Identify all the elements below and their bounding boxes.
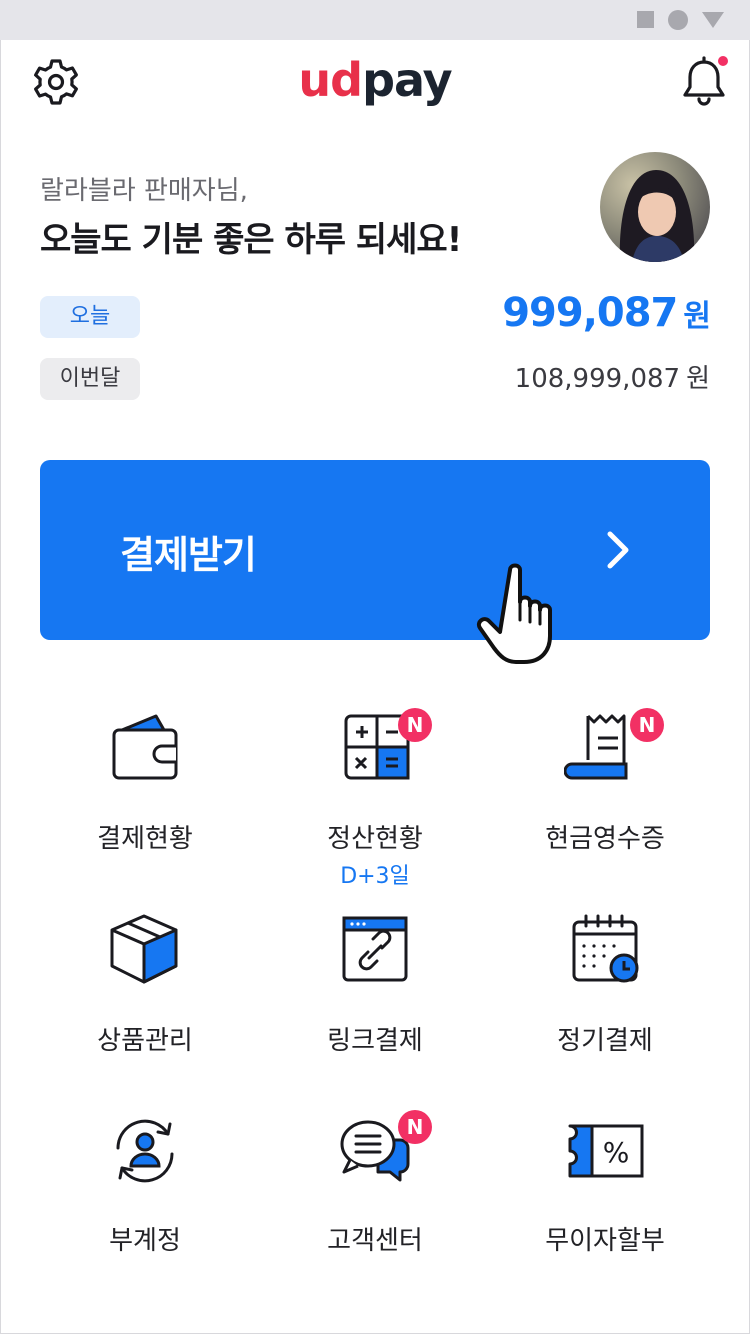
menu-link-payment[interactable]: 링크결제 (260, 910, 490, 1110)
udpay-logo: udpay (270, 50, 480, 110)
month-amount-unit: 원 (686, 364, 710, 394)
receive-payment-label: 결제받기 (120, 533, 257, 577)
svg-text:%: % (603, 1136, 630, 1169)
settlement-cycle-label: D+3일 (340, 864, 410, 889)
menu-customer-center[interactable]: N 고객센터 (260, 1110, 490, 1310)
logo-part-ud: ud (298, 53, 363, 107)
square-icon (637, 11, 654, 28)
bell-icon[interactable] (680, 54, 730, 108)
menu-product-management[interactable]: 상품관리 (30, 910, 260, 1110)
menu-label: 상품관리 (97, 1026, 193, 1056)
avatar[interactable] (600, 152, 710, 262)
triangle-icon (702, 12, 724, 28)
greeting-subtitle: 랄라블라 판매자님, (40, 176, 248, 206)
calendar-clock-icon (572, 914, 639, 983)
menu-label: 무이자할부 (545, 1226, 665, 1256)
menu-label: 정기결제 (557, 1026, 653, 1056)
wallet-icon (112, 714, 178, 780)
status-bar (0, 0, 750, 40)
today-amount-value: 999,087 (502, 290, 678, 336)
menu-label: 정산현황 (327, 824, 423, 854)
avatar-photo (619, 170, 695, 262)
link-icon (342, 916, 408, 982)
coupon-percent-icon: % (568, 1124, 644, 1178)
menu-label: 부계정 (109, 1226, 181, 1256)
pointer-hand-icon (477, 563, 552, 664)
logo-part-pay: pay (362, 53, 453, 107)
today-amount: 999,087 원 (502, 290, 711, 336)
menu-sub-account[interactable]: 부계정 (30, 1110, 260, 1310)
circle-icon (668, 10, 688, 30)
today-amount-unit: 원 (683, 299, 711, 334)
today-tab[interactable]: 오늘 (40, 296, 140, 338)
menu-cash-receipt[interactable]: N 현금영수증 (490, 708, 720, 908)
box-icon (110, 914, 178, 984)
menu-payment-status[interactable]: 결제현황 (30, 708, 260, 908)
month-amount-value: 108,999,087 (514, 364, 681, 394)
chevron-right-icon (607, 531, 629, 569)
menu-label: 고객센터 (327, 1226, 423, 1256)
new-badge: N (398, 1110, 432, 1144)
menu-label: 현금영수증 (545, 824, 665, 854)
menu-label: 결제현황 (97, 824, 193, 854)
sub-account-icon (116, 1119, 174, 1183)
greeting-title: 오늘도 기분 좋은 하루 되세요! (40, 220, 462, 260)
month-amount: 108,999,087 원 (515, 358, 710, 395)
new-badge: N (630, 708, 664, 742)
this-month-tab[interactable]: 이번달 (40, 358, 140, 400)
receive-payment-button[interactable]: 결제받기 (40, 460, 710, 640)
menu-settlement-status[interactable]: N 정산현황 D+3일 (260, 708, 490, 908)
menu-recurring-payment[interactable]: 정기결제 (490, 910, 720, 1110)
notification-dot (718, 56, 728, 66)
menu-label: 링크결제 (327, 1026, 423, 1056)
menu-interest-free-installment[interactable]: % 무이자할부 (490, 1110, 720, 1310)
new-badge: N (398, 708, 432, 742)
gear-icon[interactable] (30, 56, 82, 108)
